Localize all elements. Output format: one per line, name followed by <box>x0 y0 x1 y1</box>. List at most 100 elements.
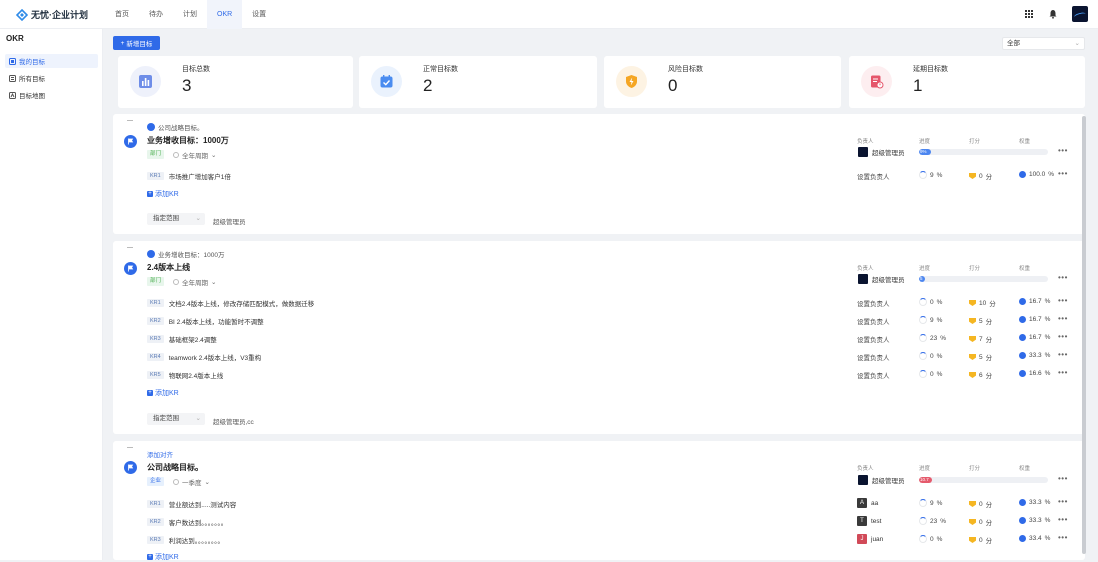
sidebar-item-all-objectives[interactable]: 所有目标 <box>5 71 98 85</box>
sidebar-item-objective-map[interactable]: 目标地图 <box>5 88 98 102</box>
add-kr-button[interactable]: + 添加KR <box>147 552 179 562</box>
kr-code: KR1 <box>147 500 164 508</box>
sidebar-item-label: 所有目标 <box>19 76 45 83</box>
kr-row[interactable]: KR5 物联网2.4版本上线 <box>147 370 223 380</box>
kr-progress[interactable]: 9% <box>919 499 942 507</box>
more-icon[interactable]: ••• <box>1058 273 1068 282</box>
kr-score[interactable]: 0分 <box>969 517 992 527</box>
objective-period[interactable]: 全年周期 ⌄ <box>173 150 216 160</box>
bell-icon[interactable] <box>1048 9 1058 19</box>
more-icon[interactable]: ••• <box>1058 368 1068 377</box>
kr-score[interactable]: 0分 <box>969 535 992 545</box>
kr-progress[interactable]: 23% <box>919 517 946 525</box>
more-icon[interactable]: ••• <box>1058 314 1068 323</box>
more-icon[interactable]: ••• <box>1058 350 1068 359</box>
kr-progress-value: 9 <box>930 171 934 179</box>
kr-weight[interactable]: 33.4% <box>1019 535 1050 542</box>
kr-row[interactable]: KR4 teamwork 2.4版本上线，V3重构 <box>147 352 261 362</box>
objective-title[interactable]: 业务增收目标：1000万 <box>147 135 229 146</box>
kr-owner[interactable]: Ttest <box>857 516 881 526</box>
nav-home[interactable]: 首页 <box>105 0 139 29</box>
parent-objective-text: 公司战略目标。 <box>158 125 204 132</box>
nav-settings[interactable]: 设置 <box>242 0 276 29</box>
kr-progress-value: 0 <box>930 352 934 360</box>
more-icon[interactable]: ••• <box>1058 169 1068 178</box>
objective-period[interactable]: 全年周期 ⌄ <box>173 277 216 287</box>
more-icon[interactable]: ••• <box>1058 296 1068 305</box>
objective-owner[interactable]: 超级管理员 <box>858 274 905 284</box>
objective-owner[interactable]: 超级管理员 <box>858 147 905 157</box>
kr-score[interactable]: 10 分 <box>969 298 996 308</box>
kr-score[interactable]: 7分 <box>969 334 992 344</box>
more-icon[interactable]: ••• <box>1058 533 1068 542</box>
parent-objective[interactable]: 公司战略目标。 <box>147 122 204 132</box>
kr-owner[interactable]: Aaa <box>857 498 878 508</box>
kr-weight[interactable]: 100.0% <box>1019 171 1054 178</box>
more-icon[interactable]: ••• <box>1058 474 1068 483</box>
app-logo[interactable]: 无忧·企业计划 <box>16 8 88 21</box>
kr-progress[interactable]: 0% <box>919 352 942 360</box>
collapse-handle[interactable] <box>127 120 133 121</box>
vertical-scrollbar[interactable] <box>1082 116 1086 554</box>
objective-title[interactable]: 2.4版本上线 <box>147 262 190 273</box>
kr-progress[interactable]: 9% <box>919 316 942 324</box>
more-icon[interactable]: ••• <box>1058 332 1068 341</box>
kr-weight[interactable]: 33.3% <box>1019 499 1050 506</box>
parent-objective[interactable]: 业务增收目标：1000万 <box>147 249 224 259</box>
kr-score[interactable]: 5分 <box>969 352 992 362</box>
kr-progress[interactable]: 9% <box>919 171 942 179</box>
add-alignment-link[interactable]: 添加对齐 <box>147 449 173 459</box>
kr-weight[interactable]: 16.6% <box>1019 370 1050 377</box>
apps-grid-icon[interactable] <box>1024 9 1034 19</box>
kr-weight[interactable]: 16.7% <box>1019 334 1050 341</box>
more-icon[interactable]: ••• <box>1058 515 1068 524</box>
nav-todo[interactable]: 待办 <box>139 0 173 29</box>
kr-row[interactable]: KR3 基础框架2.4调整 <box>147 334 217 344</box>
kr-score[interactable]: 6分 <box>969 370 992 380</box>
kr-weight[interactable]: 33.3% <box>1019 517 1050 524</box>
add-kr-button[interactable]: + 添加KR <box>147 189 179 199</box>
kr-row[interactable]: KR2 BI 2.4版本上线，功能暂时不调整 <box>147 316 264 326</box>
user-avatar[interactable] <box>1072 6 1088 22</box>
kr-score[interactable]: 0分 <box>969 171 992 181</box>
weight-pie-icon <box>1019 535 1026 542</box>
kr-row[interactable]: KR1 市场推广增加客户1倍 <box>147 171 231 181</box>
kr-score[interactable]: 5分 <box>969 316 992 326</box>
kr-score-value: 0 <box>979 536 983 544</box>
add-kr-button[interactable]: + 添加KR <box>147 388 179 398</box>
more-icon[interactable]: ••• <box>1058 497 1068 506</box>
add-objective-button[interactable]: + 新增目标 <box>113 36 160 50</box>
objective-period[interactable]: 一季度 ⌄ <box>173 477 210 487</box>
kr-owner[interactable]: 设置负责人 <box>857 334 890 344</box>
kr-owner[interactable]: 设置负责人 <box>857 316 890 326</box>
kr-score-value: 6 <box>979 371 983 379</box>
kr-weight[interactable]: 16.7% <box>1019 316 1050 323</box>
sidebar-item-my-objectives[interactable]: 我的目标 <box>5 54 98 68</box>
kr-progress[interactable]: 0% <box>919 370 942 378</box>
scope-select[interactable]: 指定范围 ⌄ <box>147 413 205 425</box>
kr-owner[interactable]: Jjuan <box>857 534 883 544</box>
kr-owner[interactable]: 设置负责人 <box>857 298 890 308</box>
more-icon[interactable]: ••• <box>1058 146 1068 155</box>
kr-owner[interactable]: 设置负责人 <box>857 171 890 181</box>
kr-row[interactable]: KR1 文档2.4版本上线，修改存储匹配模式，做数据迁移 <box>147 298 314 308</box>
nav-okr[interactable]: OKR <box>207 0 243 29</box>
objective-title[interactable]: 公司战略目标。 <box>147 462 203 473</box>
kr-row[interactable]: KR1 营业额达到.....测试内容 <box>147 499 236 509</box>
kr-owner[interactable]: 设置负责人 <box>857 352 890 362</box>
filter-select[interactable]: 全部 ⌄ <box>1002 37 1085 50</box>
kr-progress[interactable]: 23% <box>919 334 946 342</box>
scope-select[interactable]: 指定范围 ⌄ <box>147 213 205 225</box>
kr-owner[interactable]: 设置负责人 <box>857 370 890 380</box>
kr-row[interactable]: KR3 利润达到。。。。。。。。 <box>147 535 224 545</box>
objective-owner[interactable]: 超级管理员 <box>858 475 905 485</box>
kr-score[interactable]: 0分 <box>969 499 992 509</box>
nav-plan[interactable]: 计划 <box>173 0 207 29</box>
kr-progress[interactable]: 0% <box>919 298 942 306</box>
kr-row[interactable]: KR2 客户数达到。。。。。。。 <box>147 517 227 527</box>
kr-weight[interactable]: 33.3% <box>1019 352 1050 359</box>
collapse-handle[interactable] <box>127 447 133 448</box>
kr-progress[interactable]: 0% <box>919 535 942 543</box>
kr-weight[interactable]: 16.7% <box>1019 298 1050 305</box>
collapse-handle[interactable] <box>127 247 133 248</box>
